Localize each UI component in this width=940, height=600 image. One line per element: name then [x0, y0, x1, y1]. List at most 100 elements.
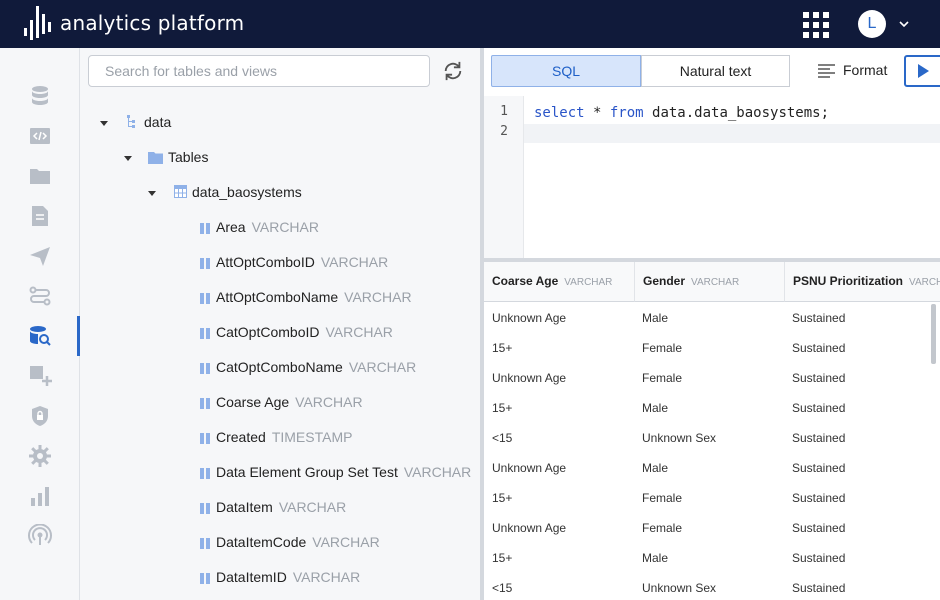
- table-cell[interactable]: 15+: [492, 341, 512, 355]
- code-icon[interactable]: [28, 124, 52, 148]
- column-header-name: Gender: [643, 274, 686, 288]
- table-cell[interactable]: Female: [642, 341, 682, 355]
- table-cell[interactable]: <15: [492, 431, 512, 445]
- column-name: Area: [216, 219, 246, 235]
- chevron-down-icon[interactable]: [898, 18, 910, 30]
- run-button[interactable]: [904, 55, 940, 87]
- column-type: VARCHAR: [344, 289, 412, 305]
- table-cell[interactable]: 15+: [492, 491, 512, 505]
- table-cell[interactable]: Male: [642, 311, 668, 325]
- table-cell[interactable]: Female: [642, 521, 682, 535]
- table-cell[interactable]: Unknown Age: [492, 461, 566, 475]
- table-cell[interactable]: 15+: [492, 401, 512, 415]
- sql-explorer-icon[interactable]: [28, 324, 52, 348]
- user-avatar[interactable]: L: [858, 10, 886, 38]
- database-icon[interactable]: [28, 84, 52, 108]
- table-cell[interactable]: Unknown Age: [492, 521, 566, 535]
- caret-down-icon[interactable]: [123, 153, 133, 163]
- tree-node-column[interactable]: DataItemID VARCHAR: [216, 569, 360, 589]
- table-cell[interactable]: Female: [642, 491, 682, 505]
- results-scrollbar[interactable]: [931, 304, 936, 364]
- table-cell[interactable]: Unknown Sex: [642, 581, 716, 595]
- tab-sql[interactable]: SQL: [491, 55, 641, 87]
- tree-node-column[interactable]: CatOptComboName VARCHAR: [216, 359, 416, 379]
- column-type: VARCHAR: [403, 464, 472, 480]
- column-icon: [200, 503, 210, 514]
- column-type: VARCHAR: [348, 359, 417, 375]
- column-name: DataItemCode: [216, 534, 307, 550]
- column-header[interactable]: Gender VARCHAR: [635, 262, 785, 302]
- column-header[interactable]: Coarse Age VARCHAR: [484, 262, 635, 302]
- document-icon[interactable]: [28, 204, 52, 228]
- caret-down-icon[interactable]: [147, 188, 157, 198]
- bar-chart-icon[interactable]: [28, 484, 52, 508]
- top-bar: analytics platform L: [0, 0, 940, 48]
- column-icon: [200, 398, 210, 409]
- table-cell[interactable]: Male: [642, 401, 668, 415]
- tree-node-column[interactable]: DataItem VARCHAR: [216, 499, 346, 519]
- column-type: VARCHAR: [278, 499, 347, 515]
- table-cell[interactable]: Sustained: [792, 551, 845, 565]
- code-editor[interactable]: select * from data.data_baosystems;: [534, 105, 829, 121]
- column-type: VARCHAR: [325, 324, 393, 340]
- tree-node-column[interactable]: DataItemCode VARCHAR: [216, 534, 380, 554]
- table-cell[interactable]: Sustained: [792, 401, 845, 415]
- tab-natural-text[interactable]: Natural text: [641, 55, 790, 87]
- code-token: data.data_baosystems;: [643, 105, 830, 121]
- table-cell[interactable]: Sustained: [792, 431, 845, 445]
- tree-node-folder[interactable]: Tables: [168, 149, 208, 169]
- send-icon[interactable]: [28, 244, 52, 268]
- format-icon[interactable]: [818, 64, 836, 78]
- table-cell[interactable]: 15+: [492, 551, 512, 565]
- brand-logo-icon: [24, 6, 51, 40]
- table-cell[interactable]: Sustained: [792, 581, 845, 595]
- table-cell[interactable]: Unknown Age: [492, 371, 566, 385]
- table-cell[interactable]: Sustained: [792, 311, 845, 325]
- settings-icon[interactable]: [28, 444, 52, 468]
- table-cell[interactable]: Female: [642, 371, 682, 385]
- line-number: 2: [500, 124, 508, 139]
- tree-node-column[interactable]: Data Element Group Set Test VARCHAR: [216, 464, 471, 484]
- tree-node-column[interactable]: CatOptComboID VARCHAR: [216, 324, 393, 344]
- table-cell[interactable]: Sustained: [792, 341, 845, 355]
- column-icon: [200, 328, 210, 339]
- column-header-type: VARCHAR: [564, 277, 613, 288]
- column-icon: [200, 223, 210, 234]
- folder-icon[interactable]: [28, 164, 52, 188]
- format-button[interactable]: Format: [843, 62, 887, 78]
- table-cell[interactable]: Male: [642, 551, 668, 565]
- column-icon: [200, 573, 210, 584]
- caret-down-icon[interactable]: [99, 118, 109, 128]
- table-cell[interactable]: Sustained: [792, 521, 845, 535]
- table-cell[interactable]: Unknown Sex: [642, 431, 716, 445]
- column-header[interactable]: PSNU Prioritization VARCHAR: [785, 262, 940, 302]
- code-keyword: from: [609, 105, 644, 121]
- apps-grid-icon[interactable]: [803, 12, 829, 38]
- tree-node-column[interactable]: Coarse Age VARCHAR: [216, 394, 363, 414]
- table-cell[interactable]: Sustained: [792, 461, 845, 475]
- security-icon[interactable]: [28, 404, 52, 428]
- tree-node-column[interactable]: Area VARCHAR: [216, 219, 319, 239]
- column-header-type: VARCHAR: [691, 277, 740, 288]
- table-cell[interactable]: <15: [492, 581, 512, 595]
- column-name: Coarse Age: [216, 394, 290, 410]
- tree-node-root[interactable]: data: [144, 114, 171, 134]
- column-name: Created: [216, 429, 266, 445]
- table-cell[interactable]: Sustained: [792, 491, 845, 505]
- tree-node-column[interactable]: AttOptComboID VARCHAR: [216, 254, 388, 274]
- table-cell[interactable]: Sustained: [792, 371, 845, 385]
- column-header-type: VARCHAR: [909, 277, 940, 288]
- table-cell[interactable]: Male: [642, 461, 668, 475]
- tree-node-column[interactable]: Created TIMESTAMP: [216, 429, 352, 449]
- search-input[interactable]: Search for tables and views: [88, 55, 430, 87]
- add-widget-icon[interactable]: [28, 364, 52, 388]
- line-number: 1: [500, 104, 508, 119]
- refresh-icon[interactable]: [442, 60, 464, 82]
- broadcast-icon[interactable]: [28, 524, 52, 548]
- tree-node-table[interactable]: data_baosystems: [192, 184, 302, 204]
- table-cell[interactable]: Unknown Age: [492, 311, 566, 325]
- column-header-name: Coarse Age: [492, 274, 559, 288]
- route-icon[interactable]: [28, 284, 52, 308]
- schema-tree-panel: Search for tables and views data Tables …: [80, 48, 480, 600]
- tree-node-column[interactable]: AttOptComboName VARCHAR: [216, 289, 412, 309]
